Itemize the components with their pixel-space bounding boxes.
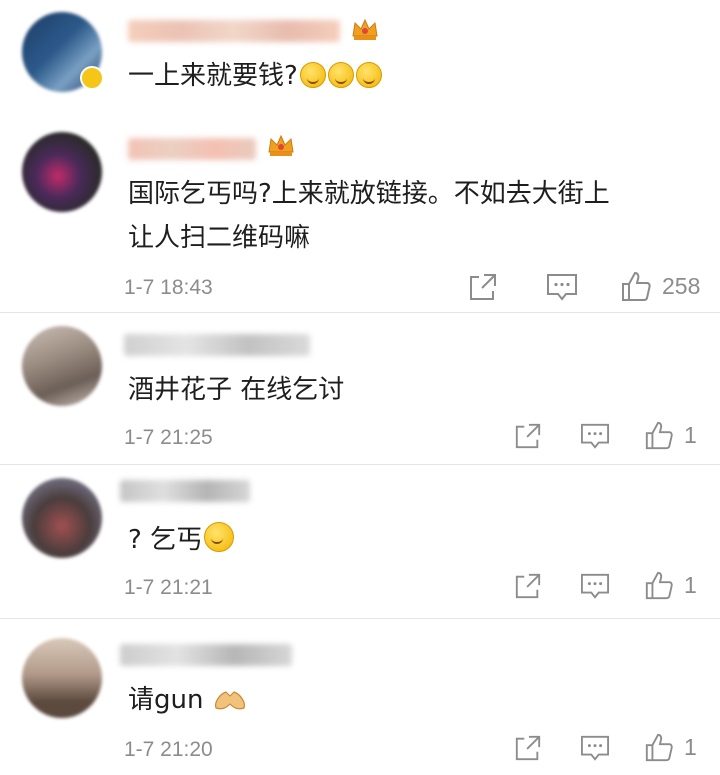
username[interactable] xyxy=(128,138,256,160)
like-button[interactable]: 1 xyxy=(644,732,697,762)
share-button[interactable] xyxy=(514,572,542,600)
hands-emoji-icon xyxy=(214,691,245,710)
like-count: 1 xyxy=(684,421,697,448)
comment-text: 酒井花子 在线乞讨 xyxy=(128,375,345,405)
comment-item: 国际乞丐吗?上来就放链接。不如去大街上 让人扫二维码嘛 1-7 18:43 25… xyxy=(0,112,720,312)
username[interactable] xyxy=(124,334,310,356)
avatar[interactable] xyxy=(22,638,102,718)
username[interactable] xyxy=(120,644,292,666)
comment-button[interactable] xyxy=(580,422,610,450)
avatar[interactable] xyxy=(22,478,102,558)
comment-date: 1-7 21:21 xyxy=(124,576,213,599)
comment-button[interactable] xyxy=(580,572,610,600)
like-count: 1 xyxy=(684,733,697,760)
comment-date: 1-7 21:25 xyxy=(124,426,213,449)
comment-text: 一上来就要钱? xyxy=(128,54,382,98)
comment-button[interactable] xyxy=(546,272,578,302)
grin-emoji-icon xyxy=(299,62,326,88)
comment-button[interactable] xyxy=(580,734,610,762)
like-count: 1 xyxy=(684,571,697,598)
comment-text: ? 乞丐 xyxy=(128,518,235,562)
like-button[interactable]: 1 xyxy=(644,420,697,450)
comment-item: 请gun 1-7 21:20 1 xyxy=(0,618,720,775)
crown-icon xyxy=(352,18,378,40)
like-count: 258 xyxy=(662,272,701,299)
thumbs-up-icon xyxy=(622,271,651,301)
comment-text: 请gun xyxy=(128,678,248,722)
grin-emoji-icon xyxy=(355,62,382,88)
comment-item: 一上来就要钱? xyxy=(0,0,720,112)
share-button[interactable] xyxy=(514,422,542,450)
vip-badge-icon xyxy=(80,66,104,90)
avatar[interactable] xyxy=(22,132,102,212)
username[interactable] xyxy=(128,20,340,42)
share-button[interactable] xyxy=(514,734,542,762)
grin-emoji-icon xyxy=(327,62,354,88)
like-button[interactable]: 258 xyxy=(620,270,700,302)
thumbs-up-icon xyxy=(645,571,673,600)
thumbs-up-icon xyxy=(645,733,673,762)
comment-text-line: 让人扫二维码嘛 xyxy=(128,223,311,253)
comment-date: 1-7 18:43 xyxy=(124,276,213,299)
comment-item: 酒井花子 在线乞讨 1-7 21:25 1 xyxy=(0,312,720,464)
crown-icon xyxy=(268,134,294,156)
comment-text-line: 国际乞丐吗?上来就放链接。不如去大街上 xyxy=(128,179,610,209)
comment-item: ? 乞丐 1-7 21:21 1 xyxy=(0,464,720,616)
share-button[interactable] xyxy=(468,272,498,302)
comment-date: 1-7 21:20 xyxy=(124,738,213,761)
like-button[interactable]: 1 xyxy=(644,570,697,600)
avatar[interactable] xyxy=(22,326,102,406)
username[interactable] xyxy=(120,480,250,502)
grin-emoji-icon xyxy=(204,522,235,552)
thumbs-up-icon xyxy=(645,421,673,450)
